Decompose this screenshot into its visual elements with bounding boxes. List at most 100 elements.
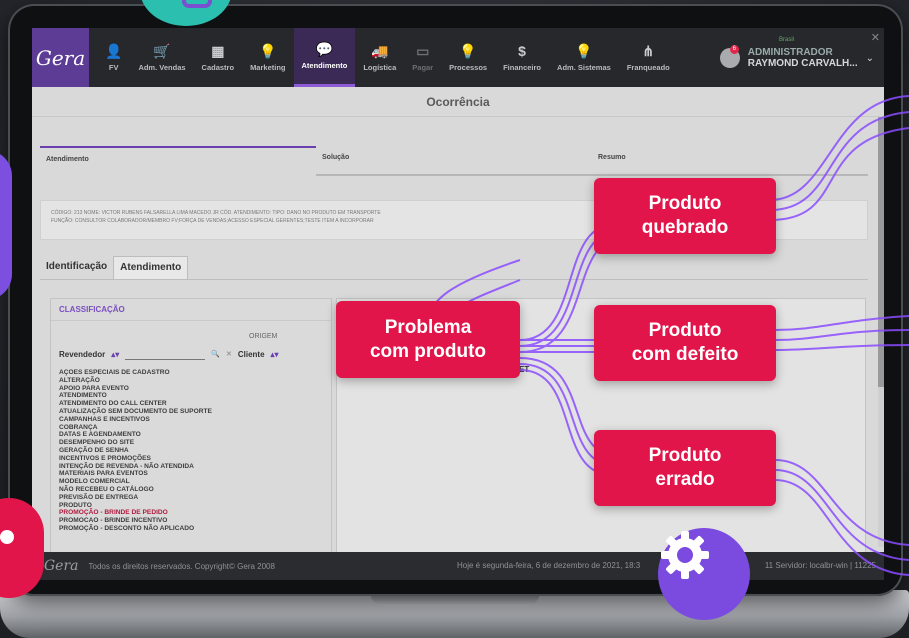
classification-item[interactable]: AÇÕES ESPECIAIS DE CADASTRO <box>59 369 329 377</box>
chat-bubble-icon <box>0 530 14 544</box>
classification-item[interactable]: APOIO PARA EVENTO <box>59 385 329 393</box>
chevron-down-icon[interactable]: ⌄ <box>866 53 874 64</box>
nav-label: Financeiro <box>503 62 542 72</box>
classification-item[interactable]: MATERIAIS PARA EVENTOS <box>59 470 329 478</box>
nav-item-financeiro[interactable]: $ Financeiro <box>495 28 549 87</box>
user-icon: 👤 <box>105 42 123 59</box>
origem-label: ORIGEM <box>249 333 278 340</box>
classification-item[interactable]: DATAS E AGENDAMENTO <box>59 431 329 439</box>
tab-atendimento[interactable]: Atendimento <box>113 256 189 279</box>
copyright-text: Todos os direitos reservados. Copyright©… <box>88 561 275 571</box>
scrollbar-thumb[interactable] <box>878 117 884 387</box>
user-name: RAYMOND CARVALH... <box>747 58 858 69</box>
tab-bar: Identificação Atendimento <box>40 256 868 280</box>
classification-item[interactable]: PROMOÇÃO - BRINDE DE PEDIDO <box>59 509 329 517</box>
nav-item-adm-vendas[interactable]: 🛒 Adm. Vendas <box>130 28 193 87</box>
details-panel: ET <box>336 298 866 580</box>
classification-item[interactable]: DESEMPENHO DO SITE <box>59 439 329 447</box>
region-label: Brasil <box>778 37 794 43</box>
nav-label: Adm. Vendas <box>138 62 186 72</box>
nav-label: Logística <box>363 62 397 72</box>
classification-item[interactable]: ATUALIZAÇÃO SEM DOCUMENTO DE SUPORTE <box>59 408 329 416</box>
step-indicator: Atendimento Solução Resumo <box>40 146 868 176</box>
classification-item[interactable]: INCENTIVOS E PROMOÇÕES <box>59 455 329 463</box>
user-role: ADMINISTRADOR <box>747 47 833 58</box>
server-text: 11 Servidor: localbr-win | 11225 <box>764 561 876 570</box>
classification-item[interactable]: INTENÇÃO DE REVENDA - NÃO ATENDIDA <box>59 463 329 471</box>
classification-item[interactable]: CAMPANHAS E INCENTIVOS <box>59 416 329 424</box>
classification-item[interactable]: COBRANÇA <box>59 424 329 432</box>
nav-item-log-stica[interactable]: 🚚 Logística <box>355 28 404 87</box>
step-solucao[interactable]: Solução <box>316 146 592 176</box>
classification-filter: Revendedor ▴▾ 🔍 ✕ Cliente ▴▾ <box>59 347 319 361</box>
nav-item-marketing[interactable]: 💡 Marketing <box>242 28 293 87</box>
classification-panel: CLASSIFICAÇÃO ORIGEM Revendedor ▴▾ 🔍 ✕ C… <box>50 298 332 580</box>
footer-logo: Gera <box>44 558 79 574</box>
bulb-icon: 💡 <box>575 42 593 59</box>
notification-badge: 6 <box>729 45 739 54</box>
nav-item-franqueado[interactable]: ⋔ Franqueado <box>619 28 678 87</box>
nav-label: Pagar <box>412 62 434 72</box>
truck-icon: 🚚 <box>371 42 389 59</box>
search-icon[interactable]: 🔍 <box>211 350 220 358</box>
classification-item[interactable]: NÃO RECEBEU O CATÁLOGO <box>59 486 329 494</box>
classification-title: CLASSIFICAÇÃO <box>51 299 331 321</box>
nav-label: FV <box>108 62 119 72</box>
nav-item-cadastro[interactable]: ▦ Cadastro <box>194 28 243 87</box>
nav-label: Processos <box>449 62 488 72</box>
info-line-2: FUNÇÃO: CONSULTOR COLABORADOR/MEMBRO FV;… <box>51 218 374 224</box>
date-text: Hoje é segunda-feira, 6 de dezembro de 2… <box>457 561 641 570</box>
step-atendimento[interactable]: Atendimento <box>40 146 316 176</box>
classification-item[interactable]: MODELO COMERCIAL <box>59 478 329 486</box>
bulb-icon: 💡 <box>259 42 277 59</box>
main-nav: 👤 FV 🛒 Adm. Vendas ▦ Cadastro 💡 Marketing 💬 Atend… <box>89 28 678 87</box>
close-icon[interactable]: ✕ <box>871 31 880 44</box>
revendedor-label: Revendedor <box>59 349 106 359</box>
origem-arrows-icon[interactable]: ▴▾ <box>271 350 279 359</box>
classification-item[interactable]: ATENDIMENTO DO CALL CENTER <box>59 400 329 408</box>
nav-item-atendimento[interactable]: 💬 Atendimento <box>293 28 356 87</box>
pink-deco-circle <box>0 498 44 598</box>
card-icon: ▭ <box>416 42 430 59</box>
classification-item[interactable]: GERAÇÃO DE SENHA <box>59 447 329 455</box>
hierarchy-icon: ⋔ <box>642 42 655 59</box>
classification-list: AÇÕES ESPECIAIS DE CADASTRO ALTERAÇÃO APOI… <box>59 369 329 579</box>
bulb-icon: 💡 <box>459 42 477 59</box>
tab-identificacao[interactable]: Identificação <box>40 256 113 279</box>
revendedor-input[interactable] <box>125 348 206 360</box>
cart-icon: 🛒 <box>153 42 171 59</box>
nav-label: Cadastro <box>201 62 235 72</box>
nav-item-processos[interactable]: 💡 Processos <box>441 28 495 87</box>
top-navbar: Gera 👤 FV 🛒 Adm. Vendas ▦ Cadastro 💡 Marketing 💬… <box>32 28 884 87</box>
classification-item[interactable]: PREVISÃO DE ENTREGA <box>59 494 329 502</box>
nav-label: Franqueado <box>626 62 670 72</box>
origem-select[interactable]: Cliente <box>238 350 265 359</box>
occurrence-info: CÓDIGO: 213 NOME: VICTOR RUBENS FALSAREL… <box>40 200 868 240</box>
sort-arrows-icon[interactable]: ▴▾ <box>111 350 119 359</box>
classification-item[interactable]: ATENDIMENTO <box>59 392 329 400</box>
footer: Gera Todos os direitos reservados. Copyr… <box>32 552 884 580</box>
details-text-fragment: ET <box>519 365 530 374</box>
clear-icon[interactable]: ✕ <box>226 350 232 358</box>
nav-label: Atendimento <box>301 61 348 70</box>
nav-item-fv[interactable]: 👤 FV <box>97 28 130 87</box>
chat-icon: 💬 <box>315 41 334 57</box>
id-card-icon: ▦ <box>211 42 225 59</box>
nav-item-adm-sistemas[interactable]: 💡 Adm. Sistemas <box>549 28 619 87</box>
classification-item[interactable]: PROMOCAO - BRINDE INCENTIVO <box>59 517 329 525</box>
classification-item[interactable]: ALTERAÇÃO <box>59 377 329 385</box>
nav-label: Marketing <box>250 62 286 72</box>
nav-item-pagar[interactable]: ▭ Pagar <box>404 28 441 87</box>
link-icon <box>182 0 212 8</box>
dollar-icon: $ <box>518 42 526 59</box>
step-resumo[interactable]: Resumo <box>592 146 868 176</box>
app-screen: Gera 👤 FV 🛒 Adm. Vendas ▦ Cadastro 💡 Marketing 💬… <box>32 28 884 580</box>
avatar: 6 <box>719 45 740 68</box>
classification-item[interactable]: PROMOÇÃO - DESCONTO NÃO APLICADO <box>59 525 329 533</box>
page-title: Ocorrência <box>32 87 884 117</box>
purple-deco-circle <box>0 150 12 300</box>
nav-label: Adm. Sistemas <box>557 62 611 72</box>
info-line-1: CÓDIGO: 213 NOME: VICTOR RUBENS FALSAREL… <box>51 210 381 216</box>
app-logo[interactable]: Gera <box>32 28 89 87</box>
user-menu[interactable]: Brasil 6 ADMINISTRADOR RAYMOND CARVALH..… <box>719 34 874 82</box>
